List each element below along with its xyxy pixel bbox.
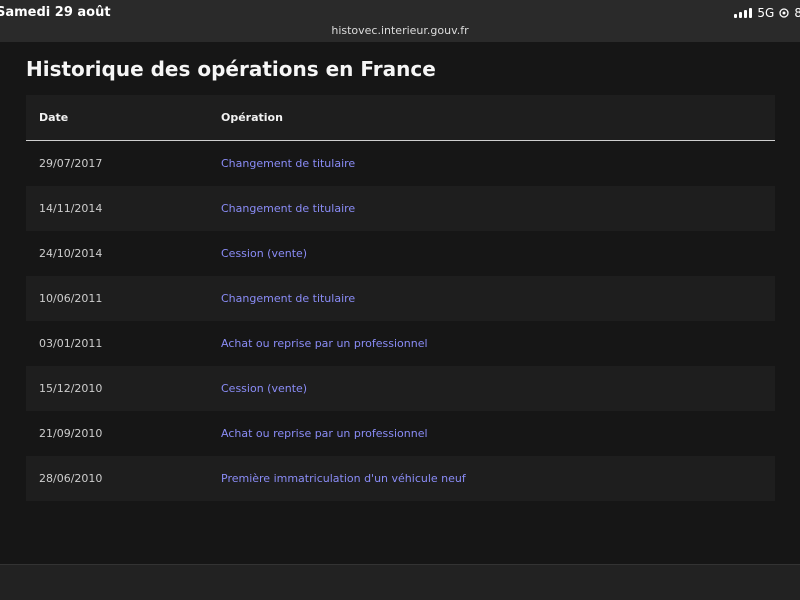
row-date: 15/12/2010: [39, 382, 103, 395]
browser-toolbar: [0, 564, 800, 600]
table-row: 14/11/2014 Changement de titulaire: [26, 186, 775, 231]
operation-link[interactable]: Achat ou reprise par un professionnel: [208, 427, 775, 440]
operations-table: Date Opération 29/07/2017 Changement de t…: [26, 95, 775, 501]
status-bar: Samedi 29 août 5G 8 histovec.interieur.g…: [0, 0, 800, 42]
operation-link[interactable]: Changement de titulaire: [208, 157, 775, 170]
signal-icon: [734, 8, 753, 18]
status-time: Samedi 29 août: [0, 5, 111, 20]
address-bar[interactable]: histovec.interieur.gouv.fr: [0, 24, 800, 37]
table-row: 15/12/2010 Cession (vente): [26, 366, 775, 411]
battery-percent: 8: [794, 6, 800, 20]
row-date: 24/10/2014: [39, 247, 103, 260]
column-header-operation: Opération: [221, 111, 283, 124]
row-date: 10/06/2011: [39, 292, 103, 305]
operation-link[interactable]: Changement de titulaire: [208, 292, 775, 305]
network-label: 5G: [757, 6, 775, 20]
row-date: 03/01/2011: [39, 337, 103, 350]
table-row: 24/10/2014 Cession (vente): [26, 231, 775, 276]
table-row: 21/09/2010 Achat ou reprise par un profes…: [26, 411, 775, 456]
operation-link[interactable]: Cession (vente): [208, 247, 775, 260]
table-row: 29/07/2017 Changement de titulaire: [26, 141, 775, 186]
table-row: 03/01/2011 Achat ou reprise par un profes…: [26, 321, 775, 366]
page-title: Historique des opérations en France: [26, 57, 436, 81]
operation-link[interactable]: Changement de titulaire: [208, 202, 775, 215]
table-body: 29/07/2017 Changement de titulaire 14/11/2…: [26, 141, 775, 501]
row-date: 28/06/2010: [39, 472, 103, 485]
row-date: 14/11/2014: [39, 202, 103, 215]
operation-link[interactable]: Première immatriculation d'un véhicule n…: [208, 472, 775, 485]
column-header-date: Date: [39, 111, 69, 124]
row-date: 21/09/2010: [39, 427, 103, 440]
operation-link[interactable]: Achat ou reprise par un professionnel: [208, 337, 775, 350]
row-date: 29/07/2017: [39, 157, 103, 170]
table-row: 28/06/2010 Première immatriculation d'un …: [26, 456, 775, 501]
operation-link[interactable]: Cession (vente): [208, 382, 775, 395]
location-icon: [779, 8, 790, 18]
table-row: 10/06/2011 Changement de titulaire: [26, 276, 775, 321]
status-indicators: 5G 8: [734, 5, 800, 21]
table-header: Date Opération: [26, 95, 775, 141]
